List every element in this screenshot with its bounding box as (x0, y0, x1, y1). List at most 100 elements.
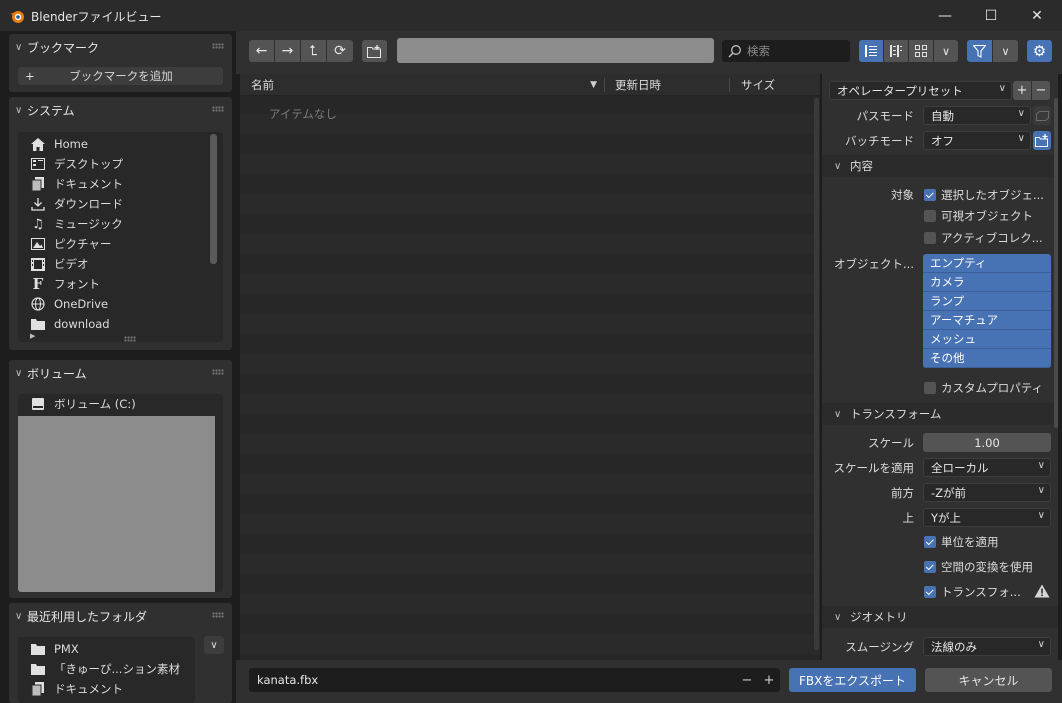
remove-preset-button[interactable]: − (1032, 81, 1050, 100)
options-scrollbar[interactable] (1054, 98, 1058, 428)
sidebar-item-onedrive[interactable]: OneDrive (18, 294, 223, 314)
font-icon: F (32, 275, 44, 293)
use-space-transform-checkbox[interactable] (924, 561, 936, 573)
sidebar-item-recent-pmx[interactable]: PMX (18, 639, 195, 659)
cancel-button[interactable]: キャンセル (925, 668, 1052, 692)
sidebar-item-desktop[interactable]: デスクトップ (18, 154, 223, 174)
apply-unit-checkbox[interactable] (924, 536, 936, 548)
sidebar-item-download[interactable]: ダウンロード (18, 194, 223, 214)
filename-input[interactable]: kanata.fbx − + (249, 668, 780, 692)
search-input[interactable]: 検索 (722, 40, 850, 62)
selected-objects-checkbox-row[interactable]: 選択したオブジェ... (924, 185, 1044, 205)
minimize-button[interactable]: — (922, 0, 968, 31)
up-axis-dropdown[interactable]: Yが上 ∨ (923, 508, 1051, 527)
display-settings-dropdown[interactable]: ∨ (934, 40, 958, 62)
up-label: 上 (902, 511, 915, 525)
use-space-transform-checkbox-row[interactable]: 空間の変換を使用 (924, 557, 1033, 577)
operator-preset-dropdown[interactable]: オペレータープリセット ∨ (829, 81, 1012, 100)
object-type-armature[interactable]: アーマチュア (923, 311, 1051, 330)
embed-textures-toggle[interactable] (1033, 106, 1051, 125)
parent-arrow-icon: ⮤ (309, 43, 318, 59)
batch-mode-dropdown[interactable]: オフ ∨ (923, 131, 1031, 150)
add-bookmark-button[interactable]: + ブックマークを追加 (18, 67, 223, 85)
filter-dropdown[interactable]: ∨ (993, 40, 1018, 62)
forward-button[interactable]: → (275, 40, 300, 62)
scale-field[interactable]: 1.00 (923, 433, 1051, 452)
sidebar-item-home[interactable]: Home (18, 134, 223, 154)
documents-icon (30, 682, 46, 696)
increment-filename-button[interactable]: + (758, 673, 780, 688)
path-input[interactable] (397, 38, 714, 63)
parent-directory-button[interactable]: ⮤ (301, 40, 326, 62)
object-type-lamp[interactable]: ランプ (923, 292, 1051, 311)
active-collection-checkbox[interactable] (924, 232, 936, 244)
visible-objects-checkbox[interactable] (924, 210, 936, 222)
apply-unit-checkbox-row[interactable]: 単位を適用 (924, 532, 999, 552)
add-preset-button[interactable]: + (1013, 81, 1031, 100)
column-name[interactable]: 名前 ▼ (251, 74, 601, 96)
forward-axis-dropdown[interactable]: -Zが前 ∨ (923, 483, 1051, 502)
active-collection-checkbox-row[interactable]: アクティブコレク... (924, 228, 1043, 248)
sidebar-item-pictures[interactable]: ピクチャー (18, 234, 223, 254)
settings-toggle-button[interactable]: ⚙ (1027, 40, 1052, 62)
column-divider[interactable] (604, 78, 605, 92)
batch-own-dir-toggle[interactable] (1033, 131, 1051, 150)
sidebar-item-music[interactable]: ♫ ミュージック (18, 214, 223, 234)
maximize-button[interactable]: ☐ (968, 0, 1014, 31)
object-type-camera[interactable]: カメラ (923, 273, 1051, 292)
sidebar-item-video[interactable]: ビデオ (18, 254, 223, 274)
drag-grip-icon[interactable] (212, 43, 224, 49)
transform-section-header[interactable]: ∨ トランスフォーム (822, 403, 1058, 425)
volumes-header[interactable]: ∨ ボリューム (9, 360, 232, 386)
geometry-section-header[interactable]: ∨ ジオメトリ (822, 606, 1058, 628)
decrement-filename-button[interactable]: − (736, 673, 758, 688)
display-vertical-list-button[interactable] (859, 40, 883, 62)
column-modified[interactable]: 更新日時 (615, 74, 725, 96)
path-mode-dropdown[interactable]: 自動 ∨ (923, 106, 1031, 125)
sidebar-item-recent-documents[interactable]: ドキュメント (18, 679, 195, 699)
object-type-other[interactable]: その他 (923, 349, 1051, 368)
apply-scale-dropdown[interactable]: 全ローカル ∨ (923, 458, 1051, 477)
recent-header[interactable]: ∨ 最近利用したフォルダ (9, 603, 232, 629)
system-header[interactable]: ∨ システム (9, 97, 232, 123)
back-button[interactable]: ← (249, 40, 274, 62)
file-list[interactable] (240, 74, 820, 660)
apply-transform-checkbox-row[interactable]: トランスフォ... (924, 582, 1021, 602)
display-horizontal-list-button[interactable] (884, 40, 908, 62)
drag-grip-icon[interactable] (212, 106, 224, 112)
file-list-scrollbar[interactable] (814, 98, 819, 650)
drag-grip-icon[interactable] (212, 369, 224, 375)
close-button[interactable]: ✕ (1014, 0, 1060, 31)
chevron-down-icon: ∨ (834, 408, 842, 420)
object-type-mesh[interactable]: メッシュ (923, 330, 1051, 349)
sidebar-item-recent-material[interactable]: 「きゅーぴ...ション素材 (18, 659, 195, 679)
refresh-icon: ⟳ (334, 43, 346, 59)
display-thumbnails-button[interactable] (909, 40, 933, 62)
object-type-empty[interactable]: エンプティ (923, 254, 1051, 273)
recent-dropdown-button[interactable]: ∨ (204, 636, 224, 654)
system-list: Home デスクトップ ドキュメント ダウンロード ♫ ミュージック ピクチャー… (18, 132, 223, 342)
drag-grip-icon[interactable] (212, 612, 224, 618)
smoothing-dropdown[interactable]: 法線のみ ∨ (923, 637, 1051, 656)
export-fbx-button[interactable]: FBXをエクスポート (789, 668, 916, 692)
apply-transform-checkbox[interactable] (924, 586, 936, 598)
refresh-button[interactable]: ⟳ (327, 40, 353, 62)
forward-label: 前方 (891, 486, 914, 500)
visible-objects-checkbox-row[interactable]: 可視オブジェクト (924, 206, 1033, 226)
custom-props-checkbox-row[interactable]: カスタムプロパティ (924, 378, 1043, 398)
sidebar-item-download-folder[interactable]: download (18, 314, 223, 334)
include-section-header[interactable]: ∨ 内容 (822, 155, 1058, 177)
resize-grip-icon[interactable] (124, 336, 136, 342)
column-divider[interactable] (729, 78, 730, 92)
new-folder-button[interactable] (362, 40, 387, 62)
filter-toggle-button[interactable] (967, 40, 992, 62)
sidebar-item-volume-c[interactable]: ボリューム (C:) (18, 394, 223, 414)
bookmarks-header[interactable]: ∨ ブックマーク (9, 34, 232, 60)
sidebar-item-fonts[interactable]: F フォント (18, 274, 223, 294)
expand-arrow-icon[interactable]: ▶ (30, 332, 35, 340)
custom-props-checkbox[interactable] (924, 382, 936, 394)
system-scrollbar[interactable] (210, 134, 217, 264)
sidebar-item-documents[interactable]: ドキュメント (18, 174, 223, 194)
selected-objects-checkbox[interactable] (924, 189, 936, 201)
column-size[interactable]: サイズ (741, 74, 811, 96)
